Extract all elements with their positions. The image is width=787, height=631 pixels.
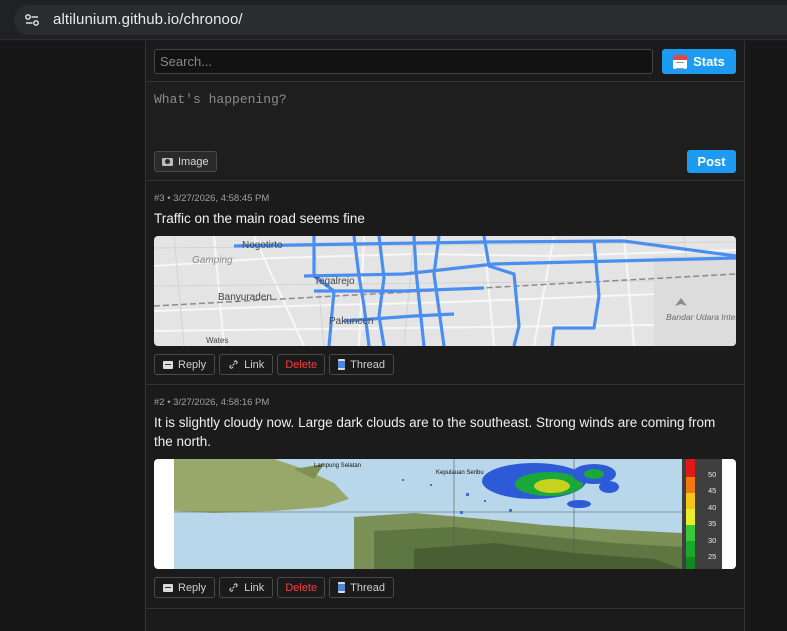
legend-value: 40: [708, 503, 716, 512]
map-label: Bandar Udara Internasional: [666, 312, 736, 322]
browser-address-bar: altilunium.github.io/chronoo/: [0, 0, 787, 40]
page-viewport: Stats Image Post #3 • 3/27/2026, 4:58:45…: [0, 41, 787, 631]
image-button-label: Image: [178, 155, 209, 168]
legend-value: 50: [708, 470, 716, 479]
speech-bubble-icon: [163, 583, 173, 592]
map-label: Banyuraden: [218, 292, 272, 303]
post-button[interactable]: Post: [687, 150, 736, 173]
thread-label: Thread: [350, 581, 385, 594]
post-meta: #2 • 3/27/2026, 4:58:16 PM: [154, 397, 270, 408]
camera-icon: [162, 157, 173, 166]
link-button[interactable]: Link: [219, 577, 274, 598]
radar-legend-scale: [686, 459, 695, 569]
link-icon: [229, 360, 238, 369]
link-icon: [229, 583, 238, 592]
delete-button[interactable]: Delete: [277, 354, 326, 375]
link-label: Link: [244, 358, 265, 371]
reply-button[interactable]: Reply: [154, 577, 216, 598]
speech-bubble-icon: [163, 360, 173, 369]
calendar-icon: [673, 54, 688, 69]
thread-button[interactable]: Thread: [329, 577, 394, 598]
post-actions: Reply Link Delete Thread: [154, 354, 394, 375]
link-label: Link: [244, 581, 265, 594]
map-label: Gamping: [192, 255, 233, 266]
radar-label: Lampung Selatan: [314, 463, 361, 469]
legend-value: 45: [708, 486, 716, 495]
stats-button[interactable]: Stats: [662, 49, 736, 74]
post-item: #2 • 3/27/2026, 4:58:16 PM It is slightl…: [146, 386, 744, 609]
feed-column: Stats Image Post #3 • 3/27/2026, 4:58:45…: [145, 41, 745, 631]
post-actions: Reply Link Delete Thread: [154, 577, 394, 598]
link-button[interactable]: Link: [219, 354, 274, 375]
post-meta: #3 • 3/27/2026, 4:58:45 PM: [154, 193, 270, 204]
map-label: Wates: [206, 336, 228, 345]
weather-radar: Kepulauan Seribu Lampung Selatan 50 45 4…: [154, 459, 736, 569]
post-text: Traffic on the main road seems fine: [154, 211, 365, 226]
post-image-map[interactable]: Nogotirto Gamping Tegalrejo Banyuraden P…: [154, 236, 736, 346]
legend-value: 30: [708, 536, 716, 545]
thread-label: Thread: [350, 358, 385, 371]
reply-label: Reply: [178, 581, 207, 594]
thread-button[interactable]: Thread: [329, 354, 394, 375]
stats-button-label: Stats: [693, 54, 725, 69]
legend-value: 25: [708, 552, 716, 561]
map-label: Pakuncen: [329, 316, 373, 327]
post-item: #3 • 3/27/2026, 4:58:45 PM Traffic on th…: [146, 182, 744, 385]
legend-value: 35: [708, 519, 716, 528]
delete-button[interactable]: Delete: [277, 577, 326, 598]
post-composer: Image Post: [146, 82, 744, 181]
spool-icon: [338, 582, 346, 593]
traffic-map: Nogotirto Gamping Tegalrejo Banyuraden P…: [154, 236, 736, 346]
search-input[interactable]: [154, 49, 653, 74]
site-settings-icon[interactable]: [24, 12, 40, 28]
reply-button[interactable]: Reply: [154, 354, 216, 375]
post-text: It is slightly cloudy now. Large dark cl…: [154, 415, 716, 449]
url-text[interactable]: altilunium.github.io/chronoo/: [53, 11, 243, 28]
image-upload-button[interactable]: Image: [154, 151, 217, 172]
search-bar: Stats: [146, 41, 744, 82]
map-label: Tegalrejo: [314, 276, 355, 287]
radar-label: Kepulauan Seribu: [436, 470, 484, 476]
reply-label: Reply: [178, 358, 207, 371]
map-label: Nogotirto: [242, 240, 283, 251]
spool-icon: [338, 359, 346, 370]
compose-textarea[interactable]: [146, 82, 744, 142]
post-image-radar[interactable]: Kepulauan Seribu Lampung Selatan 50 45 4…: [154, 459, 736, 569]
